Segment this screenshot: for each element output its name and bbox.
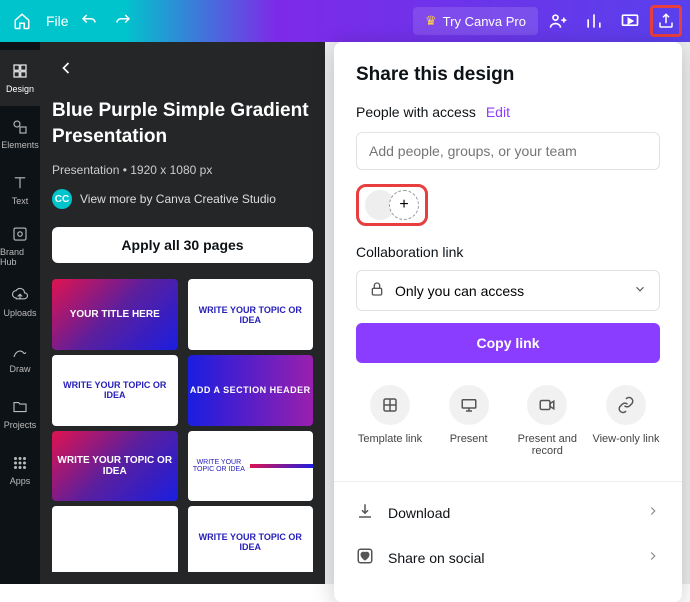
view-only-link-option[interactable]: View-only link (592, 385, 660, 457)
share-social-menuitem[interactable]: Share on social (356, 535, 660, 580)
nav-uploads[interactable]: Uploads (0, 274, 40, 330)
heart-icon (356, 547, 374, 568)
chevron-right-icon (646, 549, 660, 566)
add-person-button[interactable]: + (389, 190, 419, 220)
nav-text[interactable]: Text (0, 162, 40, 218)
download-icon (356, 502, 374, 523)
thumb-4[interactable]: ADD A SECTION HEADER (188, 355, 314, 426)
topbar: File ♛ Try Canva Pro (0, 0, 690, 42)
crown-icon: ♛ (425, 13, 437, 29)
template-panel: Blue Purple Simple Gradient Presentation… (40, 42, 325, 584)
share-button[interactable] (650, 5, 682, 37)
nav-design[interactable]: Design (0, 50, 40, 106)
thumb-8[interactable]: WRITE YOUR TOPIC OR IDEA (188, 506, 314, 572)
access-dropdown[interactable]: Only you can access (356, 270, 660, 311)
thumb-5[interactable]: WRITE YOUR TOPIC OR IDEA (52, 431, 178, 502)
thumb-3[interactable]: WRITE YOUR TOPIC OR IDEA (52, 355, 178, 426)
invite-button[interactable] (542, 5, 574, 37)
chevron-right-icon (646, 504, 660, 521)
nav-projects[interactable]: Projects (0, 386, 40, 442)
file-menu[interactable]: File (46, 13, 69, 29)
thumb-7[interactable] (52, 506, 178, 572)
download-menuitem[interactable]: Download (356, 490, 660, 535)
copy-link-button[interactable]: Copy link (356, 323, 660, 363)
access-value: Only you can access (395, 283, 524, 299)
nav-draw[interactable]: Draw (0, 330, 40, 386)
analytics-button[interactable] (578, 5, 610, 37)
template-meta: Presentation • 1920 x 1080 px (52, 163, 313, 177)
try-pro-button[interactable]: ♛ Try Canva Pro (413, 7, 538, 35)
thumb-2[interactable]: WRITE YOUR TOPIC OR IDEA (188, 279, 314, 350)
present-button[interactable] (614, 5, 646, 37)
apply-all-button[interactable]: Apply all 30 pages (52, 227, 313, 263)
collab-link-label: Collaboration link (356, 244, 660, 260)
lock-icon (369, 281, 385, 300)
present-record-option[interactable]: Present and record (513, 385, 581, 457)
share-panel: Share this design People with access Edi… (334, 42, 682, 602)
author-avatar: CC (52, 189, 72, 209)
template-thumbs: YOUR TITLE HERE WRITE YOUR TOPIC OR IDEA… (52, 279, 313, 572)
present-option[interactable]: Present (435, 385, 503, 457)
try-pro-label: Try Canva Pro (443, 14, 526, 29)
share-title: Share this design (356, 64, 660, 86)
home-button[interactable] (8, 7, 36, 35)
byline-text: View more by Canva Creative Studio (80, 192, 276, 206)
thumb-1[interactable]: YOUR TITLE HERE (52, 279, 178, 350)
side-nav: Design Elements Text Brand Hub Uploads D… (0, 42, 40, 584)
undo-button[interactable] (75, 7, 103, 35)
people-avatars: + (356, 184, 428, 226)
add-people-input[interactable] (356, 132, 660, 170)
people-access-label: People with access (356, 104, 476, 120)
thumb-6[interactable]: WRITE YOUR TOPIC OR IDEA (188, 431, 314, 502)
redo-button[interactable] (109, 7, 137, 35)
nav-apps[interactable]: Apps (0, 442, 40, 498)
edit-access-link[interactable]: Edit (486, 104, 510, 120)
back-button[interactable] (52, 54, 80, 82)
template-title: Blue Purple Simple Gradient Presentation (52, 98, 313, 149)
template-link-option[interactable]: Template link (356, 385, 424, 457)
nav-elements[interactable]: Elements (0, 106, 40, 162)
nav-brand-hub[interactable]: Brand Hub (0, 218, 40, 274)
chevron-down-icon (633, 282, 647, 299)
template-byline[interactable]: CC View more by Canva Creative Studio (52, 189, 313, 209)
